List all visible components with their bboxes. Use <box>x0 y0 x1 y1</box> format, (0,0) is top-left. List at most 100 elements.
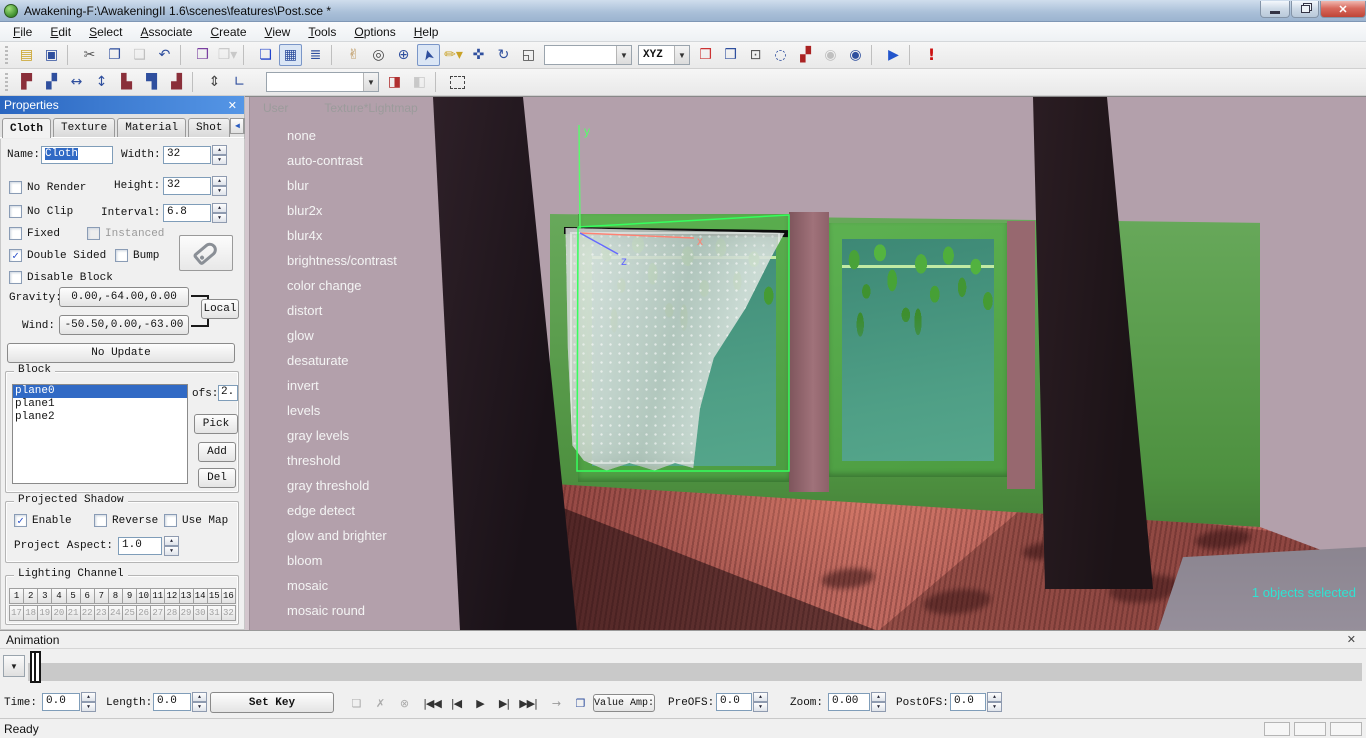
viewport-mode-user[interactable]: User <box>263 101 288 115</box>
channel-button[interactable]: 16 <box>221 588 236 604</box>
length-up-icon[interactable]: ▲ <box>192 692 207 702</box>
align-vertical-icon[interactable]: ↕ <box>90 71 113 93</box>
disable-block-checkbox[interactable] <box>9 271 22 284</box>
go-end-icon[interactable]: ▶▶| <box>517 693 539 713</box>
goto-frame-icon[interactable]: → <box>545 693 567 713</box>
viewport-mode-map[interactable]: Texture*Lightmap <box>324 101 417 115</box>
clear-keys-icon[interactable]: ⊗ <box>393 693 415 713</box>
channel-button[interactable]: 14 <box>193 588 208 604</box>
material-icon[interactable]: ◨ <box>383 71 406 93</box>
menu-item[interactable]: Edit <box>41 23 80 41</box>
draw-icon[interactable]: ✏▾ <box>442 44 465 66</box>
move-icon[interactable]: ✜ <box>467 44 490 66</box>
pan-hand-icon[interactable]: ✌ <box>342 44 365 66</box>
post-effect-option[interactable]: gray threshold <box>287 473 397 498</box>
post-effect-option[interactable]: gray levels <box>287 423 397 448</box>
scale-icon[interactable]: ◱ <box>517 44 540 66</box>
ofs-input[interactable]: 2. <box>218 385 238 401</box>
object-properties-icon[interactable]: ▦ <box>279 44 302 66</box>
distribute-icon[interactable]: ⇕ <box>203 71 226 93</box>
reverse-checkbox[interactable] <box>94 514 107 527</box>
play-anim-icon[interactable]: ▶ <box>469 693 491 713</box>
reference-combobox[interactable]: ▼ <box>544 45 632 65</box>
menu-item[interactable]: Help <box>405 23 448 41</box>
channel-button[interactable]: 7 <box>94 588 109 604</box>
post-effect-option[interactable]: mosaic round <box>287 598 397 623</box>
channel-button[interactable]: 1 <box>9 588 24 604</box>
step-forward-icon[interactable]: ▶| <box>493 693 515 713</box>
channel-button[interactable]: 21 <box>66 605 81 621</box>
align-center-icon[interactable]: ▞ <box>40 71 63 93</box>
minimize-button[interactable] <box>1260 1 1290 18</box>
undo-icon[interactable]: ↶ <box>153 44 176 66</box>
material-alt-icon[interactable]: ◧ <box>408 71 431 93</box>
channel-button[interactable]: 15 <box>207 588 222 604</box>
length-input[interactable]: 0.0 <box>153 693 191 711</box>
post-effect-option[interactable]: glow <box>287 323 397 348</box>
timeline-track[interactable] <box>28 663 1362 681</box>
channel-button[interactable]: 22 <box>80 605 95 621</box>
block-list-item[interactable]: plane1 <box>13 398 187 411</box>
aspect-up-icon[interactable]: ▲ <box>164 536 179 546</box>
bump-checkbox[interactable] <box>115 249 128 262</box>
zoom-input[interactable]: 0.00 <box>828 693 870 711</box>
del-button[interactable]: Del <box>198 468 236 488</box>
height-up-icon[interactable]: ▲ <box>212 176 227 186</box>
post-effect-option[interactable]: levels <box>287 398 397 423</box>
toolbar-grip[interactable] <box>3 46 11 64</box>
tag-button[interactable] <box>179 235 233 271</box>
properties-tab[interactable]: Texture <box>53 118 115 137</box>
postofs-down-icon[interactable]: ▼ <box>987 702 1002 712</box>
channel-button[interactable]: 10 <box>136 588 151 604</box>
channel-button[interactable]: 5 <box>66 588 81 604</box>
post-effect-option[interactable]: mosaic <box>287 573 397 598</box>
channel-button[interactable]: 31 <box>207 605 222 621</box>
channel-button[interactable]: 30 <box>193 605 208 621</box>
close-properties-icon[interactable]: ✕ <box>225 99 240 112</box>
project-aspect-input[interactable]: 1.0 <box>118 537 162 555</box>
animation-track-dropdown[interactable]: ▼ <box>3 655 25 677</box>
paste-icon[interactable]: ❑ <box>128 44 151 66</box>
post-effect-option[interactable]: blur2x <box>287 198 397 223</box>
axis-constraint-combobox[interactable]: XYZ ▼ <box>638 45 690 65</box>
zoom-up-icon[interactable]: ▲ <box>871 692 886 702</box>
height-down-icon[interactable]: ▼ <box>212 186 227 196</box>
channel-button[interactable]: 27 <box>150 605 165 621</box>
render-icon[interactable]: ❒ <box>191 44 214 66</box>
uv-axes-icon[interactable]: ∟ <box>228 71 251 93</box>
rotate-icon[interactable]: ↻ <box>492 44 515 66</box>
interval-input[interactable]: 6.8 <box>163 204 211 222</box>
select-arrow-icon[interactable]: ➤ <box>417 44 440 66</box>
post-effect-option[interactable]: edge detect <box>287 498 397 523</box>
post-effect-option[interactable]: desaturate <box>287 348 397 373</box>
channel-button[interactable]: 19 <box>37 605 52 621</box>
channel-button[interactable]: 25 <box>122 605 137 621</box>
post-effect-option[interactable]: threshold <box>287 448 397 473</box>
tab-scroll-left-icon[interactable]: ◀ <box>230 118 244 134</box>
channel-button[interactable]: 28 <box>164 605 179 621</box>
local-button[interactable]: Local <box>201 299 239 319</box>
post-effect-option[interactable]: bloom <box>287 548 397 573</box>
timeline-handle[interactable] <box>30 651 41 683</box>
width-down-icon[interactable]: ▼ <box>212 155 227 165</box>
no-render-checkbox[interactable] <box>9 181 22 194</box>
channel-button[interactable]: 20 <box>51 605 66 621</box>
channel-button[interactable]: 9 <box>122 588 137 604</box>
zoom-down-icon[interactable]: ▼ <box>871 702 886 712</box>
play-icon[interactable]: ▶ <box>882 44 905 66</box>
add-button[interactable]: Add <box>198 442 236 462</box>
orbit-icon[interactable]: ⊕ <box>392 44 415 66</box>
menu-item[interactable]: Create <box>201 23 255 41</box>
menu-item[interactable]: File <box>4 23 41 41</box>
use-map-checkbox[interactable] <box>164 514 177 527</box>
snap-rotate-icon[interactable]: ◌ <box>769 44 792 66</box>
channel-button[interactable]: 12 <box>164 588 179 604</box>
go-start-icon[interactable]: |◀◀ <box>421 693 443 713</box>
channel-button[interactable]: 17 <box>9 605 24 621</box>
menu-item[interactable]: Tools <box>299 23 345 41</box>
interval-down-icon[interactable]: ▼ <box>212 213 227 223</box>
preofs-up-icon[interactable]: ▲ <box>753 692 768 702</box>
set-key-button[interactable]: Set Key <box>210 692 334 713</box>
no-clip-checkbox[interactable] <box>9 205 22 218</box>
hide-icon[interactable]: ◉ <box>819 44 842 66</box>
